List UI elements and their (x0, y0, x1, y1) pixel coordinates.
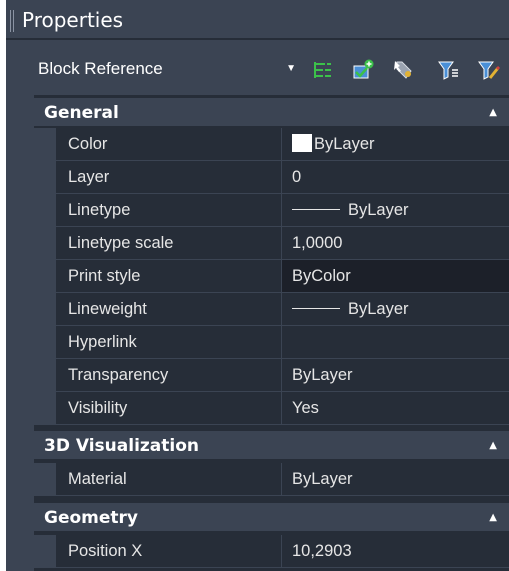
chevron-down-icon[interactable]: ▼ (286, 54, 296, 84)
property-value[interactable]: 1,0000 (282, 227, 509, 260)
section-general-label: General (44, 103, 119, 123)
linetype-preview-icon (292, 209, 340, 210)
section-geometry[interactable]: Geometry ▲ (34, 502, 509, 532)
color-value: ByLayer (314, 135, 375, 153)
property-row-linetype[interactable]: Linetype ByLayer (34, 194, 509, 227)
property-value[interactable]: 0 (282, 161, 509, 194)
section-3d-visualization-label: 3D Visualization (44, 436, 199, 456)
toggle-pickadd-icon[interactable] (311, 58, 335, 82)
property-row-transparency[interactable]: Transparency ByLayer (34, 359, 509, 392)
quick-select-icon[interactable] (391, 58, 415, 82)
property-value[interactable] (282, 326, 509, 359)
palette-title: Properties (22, 8, 124, 32)
property-name: Hyperlink (56, 326, 282, 359)
property-name: Visibility (56, 392, 282, 425)
palette-titlebar[interactable]: Properties (6, 0, 509, 40)
filter-settings-icon[interactable] (477, 58, 501, 82)
properties-grid: General ▲ Color ByLayer Layer 0 Linetype… (34, 95, 509, 571)
select-objects-icon[interactable] (351, 58, 375, 82)
property-row-visibility[interactable]: Visibility Yes (34, 392, 509, 425)
property-value[interactable]: ByLayer (282, 293, 509, 326)
filter-icon[interactable] (437, 58, 461, 82)
property-name: Transparency (56, 359, 282, 392)
lineweight-preview-icon (292, 308, 340, 309)
property-value[interactable]: ByLayer (282, 359, 509, 392)
property-value[interactable]: 10,2903 (282, 535, 509, 568)
color-swatch-icon (292, 134, 312, 152)
property-row-lineweight[interactable]: Lineweight ByLayer (34, 293, 509, 326)
property-row-layer[interactable]: Layer 0 (34, 161, 509, 194)
property-row-linetype-scale[interactable]: Linetype scale 1,0000 (34, 227, 509, 260)
property-row-position-x[interactable]: Position X 10,2903 (34, 535, 509, 568)
collapse-icon[interactable]: ▲ (489, 440, 497, 451)
property-name: Linetype scale (56, 227, 282, 260)
section-geometry-label: Geometry (44, 508, 138, 528)
object-type-dropdown[interactable]: Block Reference ▼ (28, 54, 298, 84)
property-row-print-style[interactable]: Print style ByColor (34, 260, 509, 293)
property-value[interactable]: ByLayer (282, 463, 509, 496)
property-name: Material (56, 463, 282, 496)
drag-grip-icon[interactable] (10, 10, 14, 32)
section-general[interactable]: General ▲ (34, 97, 509, 127)
property-value[interactable]: Yes (282, 392, 509, 425)
collapse-icon[interactable]: ▲ (489, 107, 497, 118)
property-name: Print style (56, 260, 282, 293)
collapse-icon[interactable]: ▲ (489, 512, 497, 523)
property-value[interactable]: ByColor (282, 260, 509, 293)
properties-palette: Properties Block Reference ▼ General ▲ C… (6, 0, 509, 571)
property-name: Lineweight (56, 293, 282, 326)
property-row-color[interactable]: Color ByLayer (34, 128, 509, 161)
lineweight-value: ByLayer (348, 300, 409, 318)
property-value[interactable]: ByLayer (282, 194, 509, 227)
linetype-value: ByLayer (348, 201, 409, 219)
section-3d-visualization[interactable]: 3D Visualization ▲ (34, 430, 509, 460)
property-value[interactable]: ByLayer (282, 128, 509, 161)
palette-toolbar: Block Reference ▼ (6, 42, 509, 94)
object-type-value: Block Reference (38, 59, 163, 78)
property-row-material[interactable]: Material ByLayer (34, 463, 509, 496)
property-name: Linetype (56, 194, 282, 227)
property-name: Layer (56, 161, 282, 194)
property-row-hyperlink[interactable]: Hyperlink (34, 326, 509, 359)
property-name: Color (56, 128, 282, 161)
property-name: Position X (56, 535, 282, 568)
